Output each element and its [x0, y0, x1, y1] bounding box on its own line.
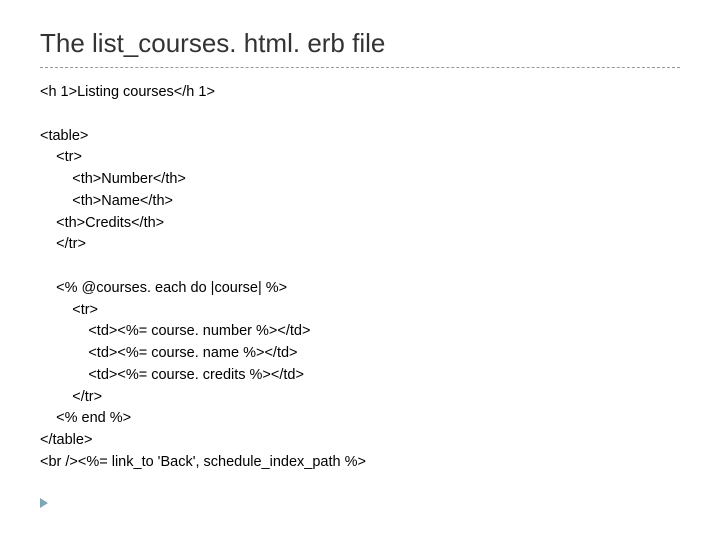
code-block: <h 1>Listing courses</h 1> <table> <tr> …: [40, 82, 680, 474]
slide-title: The list_courses. html. erb file: [40, 28, 680, 68]
bullet-icon: [40, 498, 48, 508]
